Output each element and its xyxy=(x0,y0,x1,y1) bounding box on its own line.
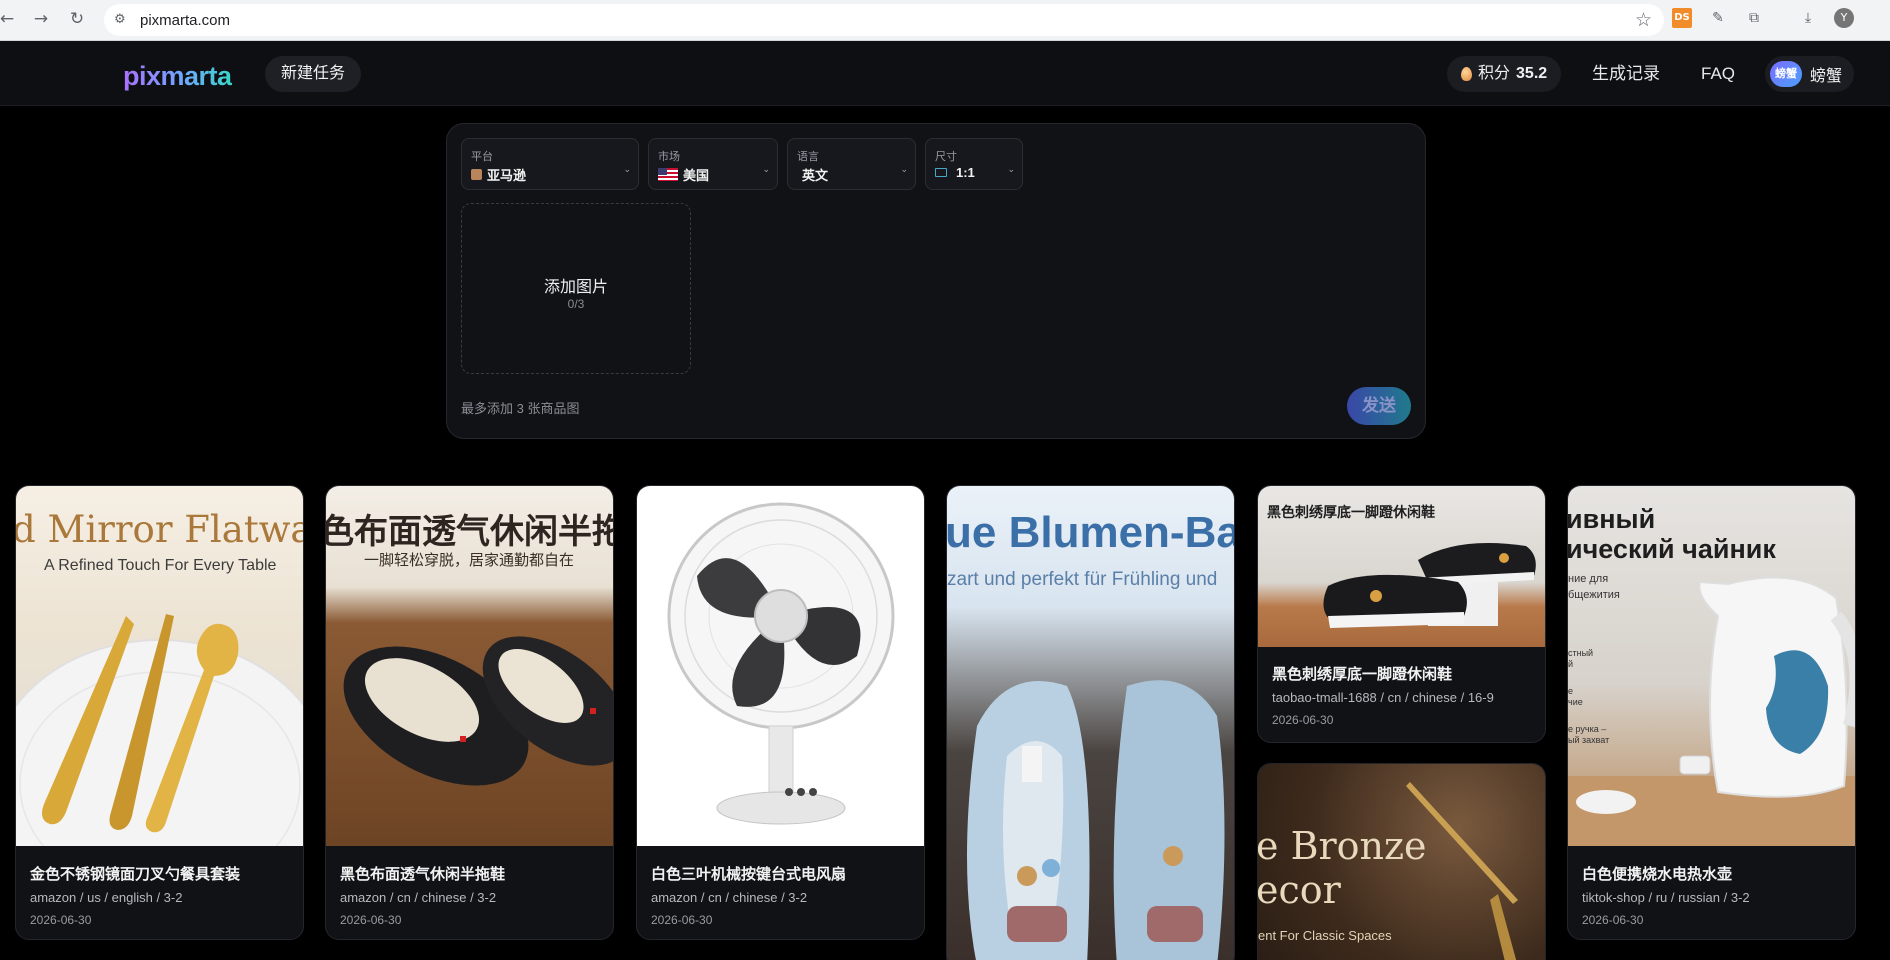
card-image: 黑色刺绣厚底一脚蹬休闲鞋 xyxy=(1258,486,1545,647)
reload-icon[interactable]: ↻ xyxy=(66,8,88,30)
size-select[interactable]: 尺寸 1:1 ⌄ xyxy=(925,138,1023,190)
size-value: 1:1 xyxy=(935,165,975,180)
url-text[interactable]: pixmarta.com xyxy=(140,12,230,29)
market-select[interactable]: 市场 美国 ⌄ xyxy=(648,138,778,190)
chevron-down-icon: ⌄ xyxy=(762,165,770,175)
points-badge[interactable]: 积分 35.2 xyxy=(1447,56,1562,92)
card-date: 2026-06-30 xyxy=(30,913,92,927)
card-date: 2026-06-30 xyxy=(1272,713,1334,727)
shoes-illustration xyxy=(967,680,1225,960)
history-link[interactable]: 生成记录 xyxy=(1592,56,1660,92)
card-meta: tiktok-shop / ru / russian / 3-2 xyxy=(1582,890,1750,905)
forward-icon[interactable]: → xyxy=(30,8,52,30)
card-image-headline: 色布面透气休闲半拖 xyxy=(326,513,613,551)
upload-count: 0/3 xyxy=(567,297,585,311)
points-value: 35.2 xyxy=(1516,65,1548,82)
card-image: ивный ический чайник ние для бщежития ст… xyxy=(1568,486,1855,846)
market-label: 市场 xyxy=(658,151,680,163)
back-icon[interactable]: ← xyxy=(0,8,18,30)
card-image: d Mirror Flatware A Refined Touch For Ev… xyxy=(16,486,303,846)
card-date: 2026-06-30 xyxy=(651,913,713,927)
user-menu[interactable]: 螃蟹 螃蟹 xyxy=(1765,56,1855,92)
card-image-headline: d Mirror Flatware xyxy=(16,508,303,551)
card-title: 白色便携烧水电热水壶 xyxy=(1582,866,1733,883)
card-title: 黑色刺绣厚底一脚蹬休闲鞋 xyxy=(1272,666,1453,683)
gallery-card[interactable]: ивный ический чайник ние для бщежития ст… xyxy=(1567,485,1856,940)
address-bar[interactable]: ⚙ pixmarta.com ☆ xyxy=(104,4,1664,36)
language-label: 语言 xyxy=(797,151,819,163)
new-task-button[interactable]: 新建任务 xyxy=(265,56,362,92)
card-meta: amazon / us / english / 3-2 xyxy=(30,890,183,905)
flatware-illustration xyxy=(16,614,303,846)
platform-label: 平台 xyxy=(471,151,493,163)
package-icon xyxy=(471,169,482,180)
user-name: 螃蟹 xyxy=(1810,68,1843,85)
card-date: 2026-06-30 xyxy=(1582,913,1644,927)
bronze-rod-illustration xyxy=(1406,782,1518,960)
chevron-down-icon: ⌄ xyxy=(623,165,631,175)
site-settings-icon[interactable]: ⚙ xyxy=(114,12,130,28)
card-meta: amazon / cn / chinese / 3-2 xyxy=(651,890,808,905)
add-image-dropzone[interactable]: 添加图片 0/3 xyxy=(461,203,691,374)
size-value-text: 1:1 xyxy=(956,165,975,180)
card-title: 白色三叶机械按键台式电风扇 xyxy=(651,866,847,883)
loafers-illustration xyxy=(1323,543,1536,628)
eyedropper-icon[interactable]: ✎ xyxy=(1708,8,1728,28)
card-image: e Bronze ecor ent For Classic Spaces xyxy=(1258,764,1545,960)
aspect-ratio-icon xyxy=(935,168,947,177)
card-meta: taobao-tmall-1688 / cn / chinese / 16-9 xyxy=(1272,690,1494,705)
gallery-card[interactable]: 色布面透气休闲半拖 一脚轻松穿脱，居家通勤都自在 黑色布面透气休闲半拖鞋 ama… xyxy=(325,485,614,940)
gallery-card[interactable]: 白色三叶机械按键台式电风扇 amazon / cn / chinese / 3-… xyxy=(636,485,925,940)
upload-hint: 最多添加 3 张商品图 xyxy=(461,401,580,416)
card-date: 2026-06-30 xyxy=(340,913,402,927)
logo[interactable]: pixmarta xyxy=(123,61,232,92)
card-meta: amazon / cn / chinese / 3-2 xyxy=(340,890,497,905)
market-value-text: 美国 xyxy=(683,168,710,183)
slippers-illustration xyxy=(343,636,613,786)
fan-illustration xyxy=(667,502,895,825)
profile-avatar-icon[interactable]: Y xyxy=(1834,8,1854,28)
platform-value: 亚马逊 xyxy=(471,165,526,184)
card-image: ue Blumen-Ba zart und perfekt für Frühli… xyxy=(947,486,1234,960)
upload-title: 添加图片 xyxy=(543,279,608,296)
language-select[interactable]: 语言 英文 ⌄ xyxy=(787,138,916,190)
platform-value-text: 亚马逊 xyxy=(487,168,527,183)
app-header: pixmarta 新建任务 积分 35.2 生成记录 FAQ 螃蟹 螃蟹 xyxy=(0,41,1890,106)
us-flag-icon xyxy=(658,168,678,181)
download-icon[interactable]: ⤓ xyxy=(1798,8,1818,28)
card-image-subline: 一脚轻松穿脱，居家通勤都自在 xyxy=(364,552,575,569)
gallery-card[interactable]: ue Blumen-Ba zart und perfekt für Frühli… xyxy=(946,485,1235,960)
browser-toolbar: ← → ↻ ⚙ pixmarta.com ☆ DS ✎ ⧉ ⤓ Y xyxy=(0,0,1890,41)
kettle-illustration xyxy=(1568,576,1855,846)
card-title: 黑色布面透气休闲半拖鞋 xyxy=(340,866,506,883)
card-title: 金色不锈钢镜面刀叉勺餐具套装 xyxy=(30,866,241,883)
gallery-card[interactable]: 黑色刺绣厚底一脚蹬休闲鞋 黑色刺绣厚底一脚蹬休闲鞋 taobao-tmall-1… xyxy=(1257,485,1546,743)
points-label: 积分 xyxy=(1478,65,1511,82)
chevron-down-icon: ⌄ xyxy=(1007,165,1015,175)
card-image-headline: ue Blumen-Ba xyxy=(947,508,1234,557)
ds-extension-icon[interactable]: DS xyxy=(1672,8,1692,28)
size-label: 尺寸 xyxy=(935,151,957,163)
chevron-down-icon: ⌄ xyxy=(900,165,908,175)
avatar: 螃蟹 xyxy=(1770,61,1802,87)
market-value: 美国 xyxy=(658,165,709,184)
egg-icon xyxy=(1461,67,1472,81)
card-image xyxy=(637,486,924,846)
card-image-subline: A Refined Touch For Every Table xyxy=(44,557,277,574)
gallery-card[interactable]: d Mirror Flatware A Refined Touch For Ev… xyxy=(15,485,304,940)
platform-select[interactable]: 平台 亚马逊 ⌄ xyxy=(461,138,639,190)
card-image: 色布面透气休闲半拖 一脚轻松穿脱，居家通勤都自在 xyxy=(326,486,613,846)
bookmark-star-icon[interactable]: ☆ xyxy=(1635,9,1652,31)
composer-panel: 平台 亚马逊 ⌄ 市场 美国 ⌄ 语言 英文 ⌄ 尺寸 1:1 ⌄ 添加图片 0… xyxy=(446,123,1426,439)
faq-link[interactable]: FAQ xyxy=(1701,56,1735,92)
send-button[interactable]: 发送 xyxy=(1347,387,1411,425)
gallery-card[interactable]: e Bronze ecor ent For Classic Spaces xyxy=(1257,763,1546,960)
extensions-puzzle-icon[interactable]: ⧉ xyxy=(1744,8,1764,28)
language-value: 英文 xyxy=(802,168,829,183)
card-image-subline: zart und perfekt für Frühling und xyxy=(947,569,1218,590)
